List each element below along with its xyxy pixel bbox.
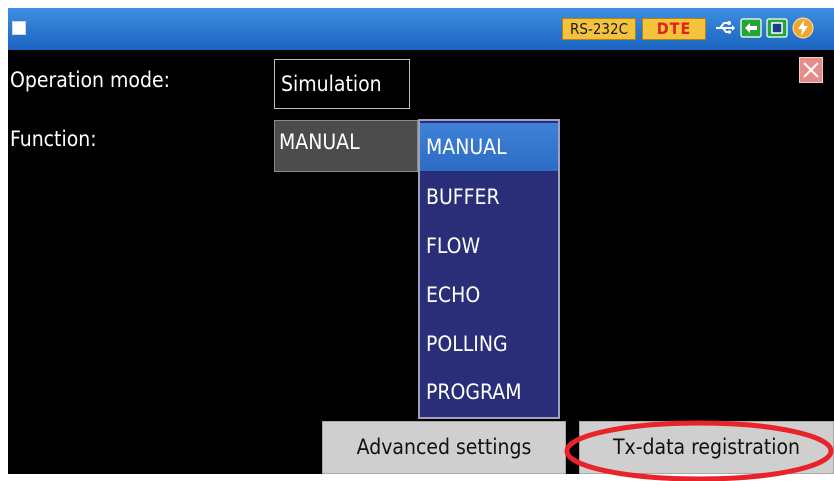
dte-mode-badge: DTE — [642, 18, 706, 40]
option-program[interactable]: PROGRAM — [420, 368, 558, 416]
tx-data-registration-button[interactable]: Tx-data registration — [579, 421, 834, 474]
operation-mode-field[interactable]: Simulation — [274, 59, 410, 109]
device-screen: RS-232C DTE Operation mode: Simulation F… — [8, 8, 834, 474]
port-badge: RS-232C — [562, 18, 636, 40]
usb-icon — [716, 21, 735, 34]
advanced-settings-button[interactable]: Advanced settings — [322, 421, 566, 474]
menu-icon[interactable] — [12, 21, 26, 35]
function-select[interactable]: MANUAL — [274, 120, 418, 172]
option-echo[interactable]: ECHO — [420, 271, 558, 319]
power-icon — [792, 17, 814, 39]
close-button[interactable] — [799, 57, 823, 83]
option-manual[interactable]: MANUAL — [420, 123, 558, 171]
close-icon — [803, 62, 819, 78]
operation-mode-label: Operation mode: — [10, 68, 170, 92]
status-bar: RS-232C DTE — [8, 8, 834, 50]
function-label: Function: — [10, 127, 97, 151]
storage-icon — [766, 18, 788, 38]
option-flow[interactable]: FLOW — [420, 222, 558, 270]
option-buffer[interactable]: BUFFER — [420, 173, 558, 221]
option-polling[interactable]: POLLING — [420, 320, 558, 368]
function-dropdown-list: MANUAL BUFFER FLOW ECHO POLLING PROGRAM — [418, 119, 560, 419]
link-icon — [740, 18, 762, 38]
